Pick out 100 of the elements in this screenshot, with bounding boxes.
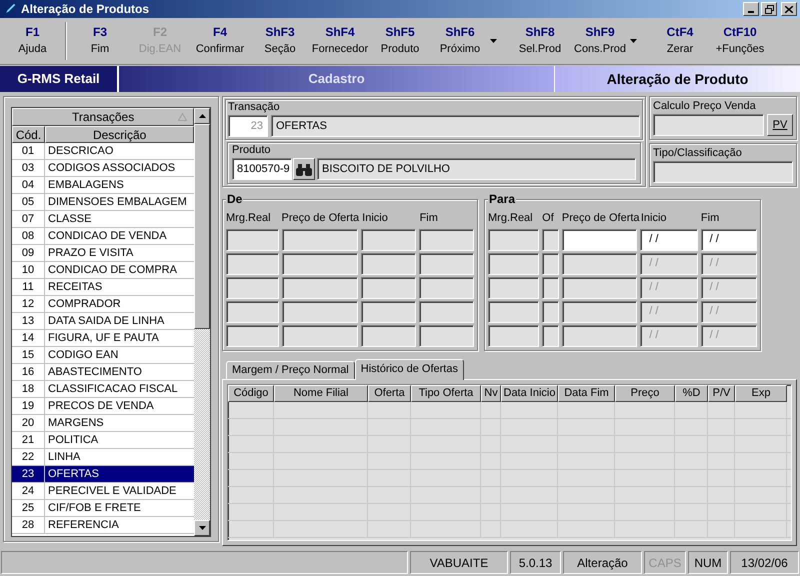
pv-button[interactable]: PV xyxy=(767,114,793,136)
input-field[interactable] xyxy=(361,300,416,322)
list-row[interactable]: 15 CODIGO EAN xyxy=(12,347,194,364)
restore-button[interactable] xyxy=(761,2,777,16)
column-header[interactable]: Data Fim xyxy=(558,384,615,402)
tab[interactable]: Margem / Preço Normal xyxy=(226,360,355,378)
input-field[interactable] xyxy=(226,300,279,322)
list-row[interactable]: 16 ABASTECIMENTO xyxy=(12,364,194,381)
toolbar-button[interactable]: F1 Ajuda xyxy=(0,18,65,64)
toolbar-button[interactable]: ShF4 Fornecedor xyxy=(310,18,370,64)
input-field[interactable]: / / xyxy=(640,228,698,250)
list-row[interactable]: 07 CLASSE xyxy=(12,211,194,228)
module-banner: Cadastro xyxy=(119,66,555,92)
status-panel: VABUAITE xyxy=(410,551,508,574)
list-row[interactable]: 04 EMBALAGENS xyxy=(12,177,194,194)
input-field[interactable] xyxy=(361,252,416,274)
list-row[interactable]: 14 FIGURA, UF E PAUTA xyxy=(12,330,194,347)
input-field[interactable] xyxy=(361,276,416,298)
input-field[interactable]: 8100570-9 xyxy=(232,158,292,180)
list-row[interactable]: 10 CONDICAO DE COMPRA xyxy=(12,262,194,279)
input-field[interactable] xyxy=(542,228,560,250)
input-field[interactable] xyxy=(653,161,793,183)
toolbar-button[interactable]: F4 Confirmar xyxy=(190,18,250,64)
input-field[interactable] xyxy=(361,324,416,346)
input-field[interactable] xyxy=(282,300,358,322)
scroll-down-icon[interactable] xyxy=(198,526,206,530)
input-field[interactable] xyxy=(419,300,474,322)
caret-icon[interactable] xyxy=(490,39,497,43)
app-name-banner: G-RMS Retail xyxy=(0,66,119,92)
list-row[interactable]: 22 LINHA xyxy=(12,449,194,466)
list-row[interactable]: 12 COMPRADOR xyxy=(12,296,194,313)
minimize-button[interactable] xyxy=(743,2,759,16)
toolbar-button[interactable]: CtF4 Zerar xyxy=(650,18,710,64)
list-row[interactable]: 13 DATA SAIDA DE LINHA xyxy=(12,313,194,330)
list-row[interactable]: 23 OFERTAS xyxy=(12,466,194,483)
input-field[interactable] xyxy=(282,324,358,346)
column-header[interactable]: Nome Filial xyxy=(274,384,368,402)
column-label: Preço de Oferta xyxy=(281,211,360,226)
toolbar-button[interactable]: CtF10 +Funções xyxy=(710,18,770,64)
input-field[interactable]: / / xyxy=(700,228,757,250)
input-field[interactable]: BISCOITO DE POLVILHO xyxy=(317,158,636,180)
input-field[interactable] xyxy=(419,276,474,298)
input-field[interactable] xyxy=(488,228,540,250)
search-button[interactable] xyxy=(293,158,315,180)
group-title: Para xyxy=(488,192,516,206)
restore-icon xyxy=(764,4,774,14)
input-field[interactable] xyxy=(226,252,279,274)
list-row[interactable]: 20 MARGENS xyxy=(12,415,194,432)
input-field[interactable] xyxy=(282,252,358,274)
column-label: Fim xyxy=(700,211,720,226)
toolbar-button[interactable]: ShF3 Seção xyxy=(250,18,310,64)
list-row[interactable]: 25 CIF/FOB E FRETE xyxy=(12,500,194,517)
column-header[interactable]: Tipo Oferta xyxy=(411,384,481,402)
column-header[interactable]: Descrição xyxy=(45,126,194,143)
column-header[interactable]: Cód. xyxy=(12,126,45,143)
column-header[interactable]: %D xyxy=(675,384,708,402)
input-field[interactable] xyxy=(653,114,764,136)
input-field[interactable] xyxy=(419,228,474,250)
caret-icon[interactable] xyxy=(630,39,637,43)
list-row[interactable]: 01 DESCRICAO xyxy=(12,143,194,160)
list-row[interactable]: 03 CODIGOS ASSOCIADOS xyxy=(12,160,194,177)
column-header[interactable]: Nv xyxy=(481,384,501,402)
column-header[interactable]: Preço xyxy=(615,384,675,402)
sort-icon xyxy=(178,113,188,121)
group-title: De xyxy=(226,192,244,206)
toolbar-button[interactable]: ShF8 Sel.Prod xyxy=(510,18,570,64)
list-row[interactable]: 18 CLASSIFICACAO FISCAL xyxy=(12,381,194,398)
close-button[interactable] xyxy=(781,2,797,16)
column-header[interactable]: P/V xyxy=(708,384,735,402)
list-row[interactable]: 09 PRAZO E VISITA xyxy=(12,245,194,262)
input-field[interactable] xyxy=(562,228,638,250)
input-field[interactable] xyxy=(361,228,416,250)
toolbar-button[interactable]: ShF6 Próximo xyxy=(430,18,490,64)
list-row[interactable]: 11 RECEITAS xyxy=(12,279,194,296)
tab[interactable]: Histórico de Ofertas xyxy=(354,358,464,380)
list-row[interactable]: 24 PERECIVEL E VALIDADE xyxy=(12,483,194,500)
column-header[interactable]: Oferta xyxy=(368,384,411,402)
list-row[interactable]: 19 PRECOS DE VENDA xyxy=(12,398,194,415)
column-label: Preço de Oferta xyxy=(562,211,638,226)
input-field[interactable] xyxy=(282,228,358,250)
column-header[interactable]: Exp xyxy=(735,384,787,402)
scroll-up-icon[interactable] xyxy=(198,114,206,118)
toolbar-button[interactable]: ShF9 Cons.Prod xyxy=(570,18,630,64)
input-field[interactable] xyxy=(419,324,474,346)
input-field[interactable] xyxy=(419,252,474,274)
status-panel: 13/02/06 xyxy=(730,551,799,574)
input-field[interactable] xyxy=(282,276,358,298)
list-row[interactable]: 08 CONDICAO DE VENDA xyxy=(12,228,194,245)
toolbar-button[interactable]: F3 Fim xyxy=(70,18,130,64)
input-field[interactable] xyxy=(226,228,279,250)
input-field[interactable] xyxy=(226,324,279,346)
input-field[interactable] xyxy=(226,276,279,298)
field-label: Calculo Preço Venda xyxy=(653,99,757,114)
input-field[interactable]: OFERTAS xyxy=(271,115,640,137)
list-row[interactable]: 28 REFERENCIA xyxy=(12,517,194,534)
list-row[interactable]: 05 DIMENSOES EMBALAGEM xyxy=(12,194,194,211)
column-header[interactable]: Código xyxy=(228,384,274,402)
list-row[interactable]: 21 POLITICA xyxy=(12,432,194,449)
column-header[interactable]: Data Inicio xyxy=(501,384,558,402)
toolbar-button[interactable]: ShF5 Produto xyxy=(370,18,430,64)
